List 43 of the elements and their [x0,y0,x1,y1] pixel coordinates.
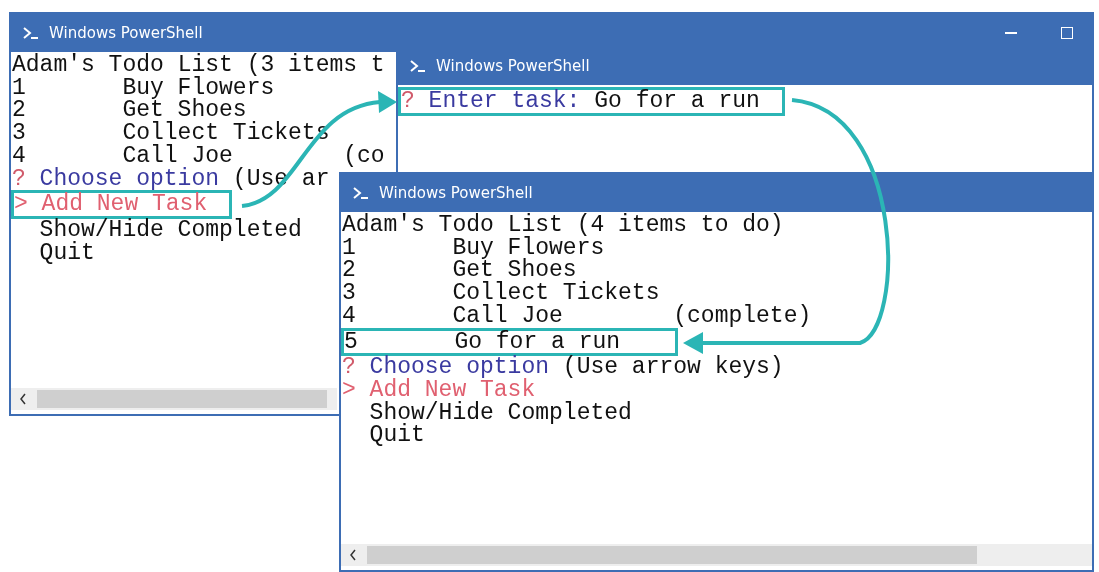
powershell-icon [23,27,39,39]
powershell-icon [410,60,426,72]
list-heading: Adam's Todo List (4 items to do) [342,214,784,237]
task-number: 3 [342,282,357,305]
prompt-label: Choose option [39,167,220,191]
window-title: Windows PowerShell [379,184,534,202]
task-status: (complete) [673,304,812,328]
task-status: (co [343,144,385,168]
prompt-mark: ? [12,167,27,191]
task-number: 3 [12,122,27,145]
task-number: 5 [344,330,359,354]
prompt-mark: ? [401,90,416,113]
menu-option[interactable]: Show/Hide Completed [39,218,302,242]
task-number: 1 [12,76,27,100]
task-number: 1 [342,236,357,260]
prompt-label: Choose option [369,356,550,379]
task-name: Call Joe [122,144,234,168]
task-number: 2 [12,99,27,123]
powershell-icon [353,187,369,199]
task-name: Collect Tickets [452,282,661,305]
task-name: Go for a run [454,330,622,354]
selection-marker: > [342,378,357,402]
horizontal-scrollbar[interactable] [11,388,337,410]
task-number: 2 [342,259,357,283]
selection-marker: > [14,193,29,216]
scroll-left-icon[interactable] [19,393,27,405]
task-number: 4 [342,304,357,328]
horizontal-scrollbar[interactable] [341,544,1092,566]
window-title: Windows PowerShell [49,24,204,42]
scrollbar-thumb[interactable] [367,546,977,564]
prompt-hint: (Use ar [232,167,330,191]
prompt-mark: ? [342,356,357,379]
task-name: Call Joe [452,304,564,328]
list-heading: Adam's Todo List (3 items t [12,54,385,77]
task-number: 4 [12,144,27,168]
scroll-left-icon[interactable] [349,549,357,561]
window-title: Windows PowerShell [436,57,591,75]
menu-option[interactable]: Quit [369,424,425,448]
prompt-input[interactable]: Go for a run [594,90,760,113]
prompt-label: Enter task: [428,90,581,113]
menu-option[interactable]: Quit [39,241,95,265]
scrollbar-thumb[interactable] [37,390,327,408]
prompt-hint: (Use arrow keys) [562,356,784,379]
